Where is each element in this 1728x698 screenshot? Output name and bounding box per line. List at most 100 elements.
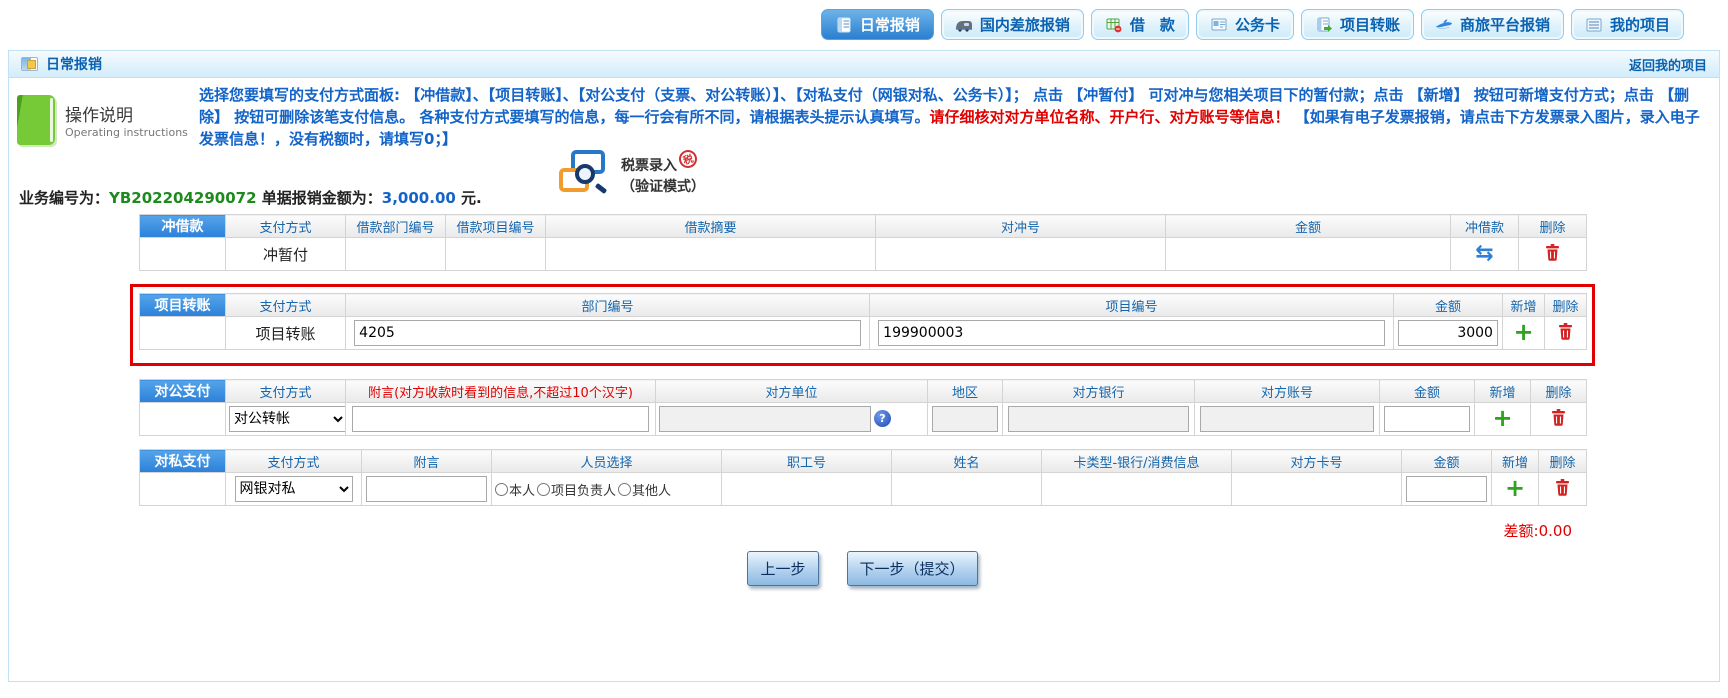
page-title: 日常报销 [46, 54, 102, 74]
business-no-label: 业务编号为： [19, 189, 109, 207]
col-card-type: 卡类型-银行/消费信息 [1042, 450, 1232, 473]
col-staff-no: 职工号 [722, 450, 892, 473]
col-person-select: 人员选择 [492, 450, 722, 473]
personal-amount-input[interactable] [1406, 476, 1487, 502]
add-project-row-icon[interactable]: + [1513, 318, 1533, 346]
loan-table-label: 冲借款 [140, 215, 226, 238]
instructions-text: 选择您要填写的支付方式面板: 【冲借款】、【项目转账】、【对公支付（支票、对公转… [199, 85, 1713, 150]
green-book-icon [17, 95, 55, 145]
personal-method-select[interactable]: 网银对私 [235, 476, 353, 502]
instr-seg: 选择您要填写的支付方式面板: [199, 86, 405, 104]
corporate-amount-input[interactable] [1384, 406, 1470, 432]
nav-loan[interactable]: 借 款 [1091, 9, 1189, 40]
add-personal-row-icon[interactable]: + [1505, 474, 1525, 502]
col-dept-no: 部门编号 [346, 294, 870, 317]
col-card-no: 对方卡号 [1232, 450, 1402, 473]
delete-project-row-icon[interactable] [1558, 323, 1573, 344]
payee-help-icon[interactable]: ? [874, 410, 891, 427]
radio-other[interactable]: 其他人 [618, 480, 671, 499]
dept-no-input[interactable] [354, 320, 861, 346]
col-offset-no: 对冲号 [876, 215, 1166, 238]
col-account: 对方账号 [1195, 380, 1380, 403]
col-offset-action: 冲借款 [1451, 215, 1519, 238]
window-icon [21, 57, 38, 71]
nav-my-projects[interactable]: 我的项目 [1571, 9, 1684, 40]
nav-daily-expense[interactable]: 日常报销 [821, 9, 934, 40]
amount-label: 单据报销金额为： [257, 189, 382, 207]
project-transfer-table: 项目转账 支付方式 部门编号 项目编号 金额 新增 删除 项目转账 [139, 293, 1587, 350]
loan-icon [1105, 17, 1123, 33]
col-loan-summary: 借款摘要 [546, 215, 876, 238]
my-projects-icon [1585, 17, 1603, 33]
back-to-projects-link[interactable]: 返回我的项目 [1629, 55, 1707, 74]
nav-business-card[interactable]: 公务卡 [1196, 9, 1294, 40]
tax-entry-mode: （验证模式） [621, 179, 705, 195]
col-pay-method: 支付方式 [226, 215, 346, 238]
delete-corporate-row-icon[interactable] [1551, 409, 1566, 430]
nav-travel-platform[interactable]: 商旅平台报销 [1421, 9, 1564, 40]
instructions-subtitle: Operating instructions [65, 126, 188, 139]
tax-invoice-icon [557, 148, 613, 200]
form-actions: 上一步 下一步（提交） [139, 551, 1586, 586]
travel-platform-icon [1435, 17, 1453, 33]
project-transfer-icon [1315, 17, 1333, 33]
table-row: 网银对私 本人 项目负责人 其他人 + [140, 473, 1587, 506]
project-table-label: 项目转账 [140, 294, 226, 317]
nav-label: 日常报销 [860, 14, 920, 35]
project-no-input[interactable] [878, 320, 1385, 346]
instr-seg: 可对冲与您相关项目下的暂付款；点击 [1143, 86, 1408, 104]
col-amount: 金额 [1402, 450, 1492, 473]
personal-memo-input[interactable] [366, 476, 487, 502]
col-project-no: 项目编号 [870, 294, 1394, 317]
offset-swap-icon[interactable]: ⇆ [1475, 241, 1493, 266]
payee-input[interactable] [659, 406, 871, 432]
instr-seg: 【冲暂付】 [1068, 86, 1143, 104]
next-step-submit-button[interactable]: 下一步（提交） [847, 551, 978, 586]
corporate-method-select[interactable]: 对公转帐 [229, 406, 346, 432]
operating-instructions: 操作说明 Operating instructions 选择您要填写的支付方式面… [9, 78, 1719, 150]
account-input[interactable] [1200, 406, 1374, 432]
corporate-payment-table: 对公支付 支付方式 附言(对方收款时看到的信息,不超过10个汉字) 对方单位 地… [139, 379, 1587, 436]
delete-personal-row-icon[interactable] [1555, 479, 1570, 500]
col-pay-method: 支付方式 [226, 450, 362, 473]
bank-input[interactable] [1008, 406, 1189, 432]
col-loan-project: 借款项目编号 [446, 215, 546, 238]
loan-offset-table: 冲借款 支付方式 借款部门编号 借款项目编号 借款摘要 对冲号 金额 冲借款 删… [139, 214, 1587, 271]
loan-method-cell: 冲暂付 [226, 238, 346, 271]
table-row: 项目转账 + [140, 317, 1587, 350]
top-navigation: 日常报销 国内差旅报销 借 款 公务卡 项目转账 商旅平台报销 我的项目 [0, 0, 1728, 46]
business-info-line: 业务编号为：YB202204290072 单据报销金额为：3,000.00 元. [19, 187, 482, 208]
tax-invoice-entry[interactable]: 税票录入税 （验证模式） [557, 148, 705, 200]
tax-seal-icon: 税 [677, 148, 700, 171]
daily-expense-icon [835, 17, 853, 33]
radio-self[interactable]: 本人 [495, 480, 535, 499]
table-row: 对公转帐 ? + [140, 403, 1587, 436]
difference-amount: 差额:0.00 [139, 506, 1586, 541]
previous-step-button[interactable]: 上一步 [747, 551, 818, 586]
col-delete: 删除 [1519, 215, 1587, 238]
region-input[interactable] [932, 406, 999, 432]
project-amount-input[interactable] [1398, 320, 1498, 346]
radio-project-leader[interactable]: 项目负责人 [537, 480, 616, 499]
delete-loan-row-icon[interactable] [1545, 244, 1560, 265]
col-region: 地区 [928, 380, 1003, 403]
personal-payment-table: 对私支付 支付方式 附言 人员选择 职工号 姓名 卡类型-银行/消费信息 对方卡… [139, 449, 1587, 506]
instr-warning: 请仔细核对对方单位名称、开户行、对方账号等信息！ [929, 108, 1289, 126]
col-add: 新增 [1503, 294, 1545, 317]
col-memo: 附言(对方收款时看到的信息,不超过10个汉字) [346, 380, 656, 403]
col-pay-method: 支付方式 [226, 294, 346, 317]
nav-travel-expense[interactable]: 国内差旅报销 [941, 9, 1084, 40]
nav-label: 我的项目 [1610, 14, 1670, 35]
nav-project-transfer[interactable]: 项目转账 [1301, 9, 1414, 40]
col-amount: 金额 [1166, 215, 1451, 238]
instr-seg: 按钮可新增支付方式；点击 [1469, 86, 1659, 104]
travel-expense-icon [955, 17, 973, 33]
col-loan-dept: 借款部门编号 [346, 215, 446, 238]
business-number: YB202204290072 [109, 189, 257, 207]
add-corporate-row-icon[interactable]: + [1492, 404, 1512, 432]
project-method-cell: 项目转账 [226, 317, 346, 350]
nav-label: 公务卡 [1235, 14, 1280, 35]
instr-seg: ； 点击 [1013, 86, 1068, 104]
corporate-table-label: 对公支付 [140, 380, 226, 403]
corporate-memo-input[interactable] [352, 406, 649, 432]
